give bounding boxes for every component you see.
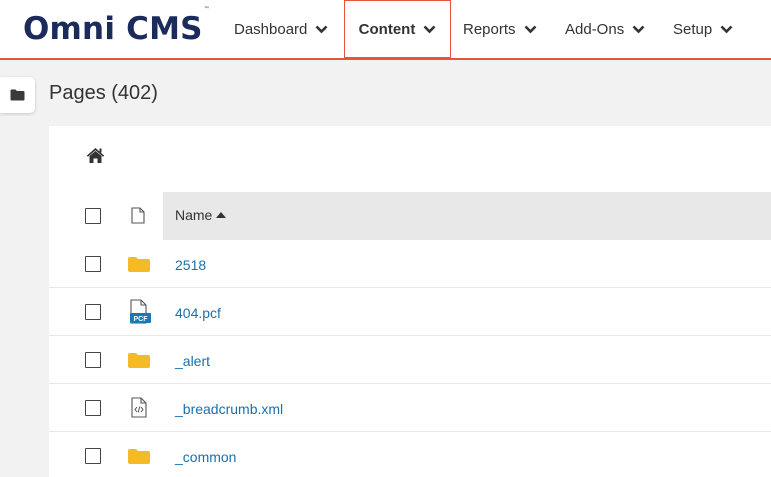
top-navigation-bar: Omni CMS™ Dashboard Content Reports Add-… [0,0,771,60]
chevron-down-icon [315,25,328,33]
folder-icon [128,257,150,272]
nav-reports-label: Reports [463,20,516,38]
table-row[interactable]: 2518 [49,240,771,288]
nav-dashboard-label: Dashboard [234,20,308,38]
row-checkbox[interactable] [85,352,101,368]
chevron-down-icon [423,25,436,33]
nav-add-ons[interactable]: Add-Ons [565,0,645,58]
pcf-badge-text: PCF [134,316,149,323]
row-name-link[interactable]: 404.pcf [175,305,221,321]
row-checkbox[interactable] [85,304,101,320]
sort-ascending-icon [216,212,227,218]
table-row[interactable]: PCF 404.pcf [49,288,771,336]
page-title: Pages (402) [49,82,158,104]
row-name-link[interactable]: _common [175,449,236,465]
file-type-icon [131,207,145,224]
row-name-link[interactable]: _breadcrumb.xml [175,401,283,417]
logo-trademark: ™ [203,5,210,13]
chevron-down-icon [632,25,645,33]
folder-icon [128,353,150,368]
name-header-label: Name [175,207,213,223]
omni-cms-logo[interactable]: Omni CMS™ [23,6,210,47]
file-tree-toggle-button[interactable] [0,77,35,113]
table-row[interactable]: _breadcrumb.xml [49,384,771,432]
nav-reports[interactable]: Reports [463,0,537,58]
pcf-file-icon: PCF [130,299,151,324]
name-sort-header[interactable]: Name [175,207,227,223]
row-name-link[interactable]: 2518 [175,257,206,273]
nav-setup[interactable]: Setup [673,0,733,58]
table-header: Name [49,192,771,240]
row-checkbox[interactable] [85,256,101,272]
nav-dashboard[interactable]: Dashboard [234,0,328,58]
nav-setup-label: Setup [673,20,713,38]
table-row[interactable]: _common [49,432,771,477]
chevron-down-icon [720,25,733,33]
row-checkbox[interactable] [85,448,101,464]
logo-text: Omni CMS [23,11,203,47]
home-icon[interactable] [86,147,105,164]
name-column-header[interactable] [163,192,771,240]
nav-content-label: Content [358,20,416,38]
xml-file-icon [131,397,147,418]
folder-icon [128,449,150,464]
file-list-panel: Name 2518 PCF 404.pcf _alert _breadcrumb… [49,126,771,477]
table-row[interactable]: _alert [49,336,771,384]
row-name-link[interactable]: _alert [175,353,210,369]
folder-icon [10,89,25,101]
select-all-checkbox[interactable] [85,208,101,224]
row-checkbox[interactable] [85,400,101,416]
chevron-down-icon [524,25,536,33]
nav-content[interactable]: Content [344,0,451,58]
nav-add-ons-label: Add-Ons [565,20,625,38]
